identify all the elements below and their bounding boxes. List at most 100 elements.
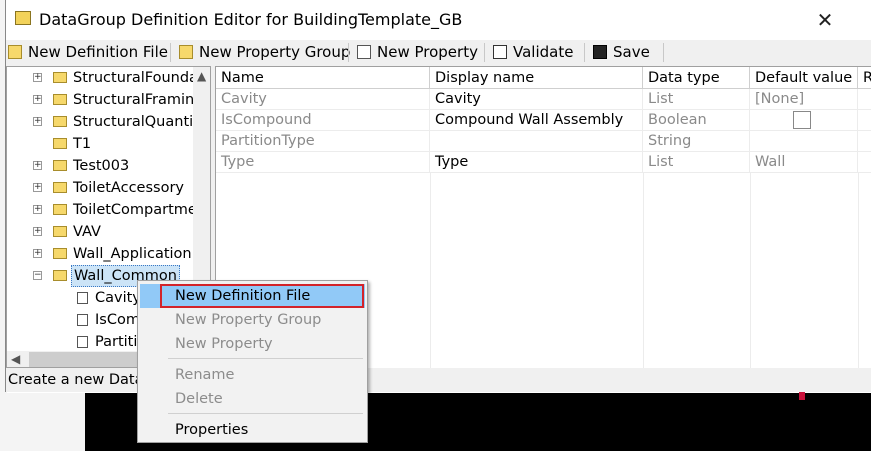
highlight-outline: [160, 284, 364, 308]
save-label: Save: [613, 43, 650, 61]
folder-icon: [53, 248, 67, 259]
validate-button[interactable]: Validate: [493, 42, 573, 63]
scroll-thumb[interactable]: [29, 352, 147, 367]
window-title: DataGroup Definition Editor for Building…: [39, 10, 463, 29]
menu-separator: [168, 358, 363, 359]
menu-item-delete[interactable]: Delete: [140, 387, 365, 411]
context-menu: New Definition File New Property Group N…: [137, 280, 368, 443]
grid-column-line: [643, 173, 644, 368]
column-header-r[interactable]: R: [858, 67, 871, 89]
cell-r[interactable]: [858, 152, 871, 173]
cell-display-name[interactable]: Cavity: [430, 89, 643, 110]
folder-open-icon: [53, 270, 67, 281]
cell-data-type[interactable]: Boolean: [643, 110, 750, 131]
cell-r[interactable]: [858, 89, 871, 110]
menu-item-new-property[interactable]: New Property: [140, 332, 365, 356]
cell-data-type[interactable]: List: [643, 89, 750, 110]
tree-item-label: ToiletAccessory: [73, 180, 184, 196]
cell-default-value[interactable]: [750, 110, 858, 131]
expander-icon[interactable]: +: [33, 95, 42, 104]
close-button[interactable]: ✕: [813, 8, 837, 32]
menu-item-properties[interactable]: Properties: [140, 418, 365, 442]
scroll-up-arrow-icon[interactable]: ▲: [197, 69, 206, 83]
folder-icon: [53, 226, 67, 237]
cell-r[interactable]: [858, 110, 871, 131]
cell-default-value[interactable]: [None]: [750, 89, 858, 110]
menu-item-new-property-group[interactable]: New Property Group: [140, 308, 365, 332]
folder-icon: [53, 94, 67, 105]
column-header-default-value[interactable]: Default value: [750, 67, 858, 89]
expander-icon[interactable]: +: [33, 183, 42, 192]
status-bar: Create a new DataG: [6, 370, 871, 392]
property-doc-icon: [77, 292, 88, 304]
background-marker: [799, 392, 805, 400]
folder-icon: [53, 160, 67, 171]
column-header-data-type[interactable]: Data type: [643, 67, 750, 89]
menu-separator: [168, 413, 363, 414]
expander-icon[interactable]: +: [33, 161, 42, 170]
tree-item-label: Partiti: [95, 334, 138, 350]
tree-item-label: Test003: [73, 158, 130, 174]
new-definition-file-label: New Definition File: [28, 43, 168, 61]
tree-item-label: ToiletCompartme: [73, 202, 197, 218]
folder-icon: [53, 72, 67, 83]
folder-icon: [53, 116, 67, 127]
cell-r[interactable]: [858, 131, 871, 152]
menu-item-rename[interactable]: Rename: [140, 363, 365, 387]
toolbar: New Definition File New Property Group N…: [6, 40, 871, 65]
folder-icon: [53, 138, 67, 149]
column-header-name[interactable]: Name: [216, 67, 430, 89]
save-button[interactable]: Save: [593, 42, 650, 63]
expander-icon[interactable]: +: [33, 249, 42, 258]
toolbar-separator: [484, 43, 485, 62]
tree-item-label: StructuralFoundat: [73, 70, 204, 86]
cell-name[interactable]: IsCompound: [216, 110, 430, 131]
validate-grid-icon: [493, 45, 507, 59]
default-value-checkbox[interactable]: [793, 111, 811, 129]
property-doc-icon: [77, 336, 88, 348]
expander-icon[interactable]: +: [33, 205, 42, 214]
toolbar-separator: [348, 43, 349, 62]
cell-display-name[interactable]: Type: [430, 152, 643, 173]
new-file-folder-icon: [8, 45, 22, 59]
expander-icon[interactable]: +: [33, 73, 42, 82]
tree-item-label: Wall_Application: [73, 246, 192, 262]
grid-column-line: [858, 173, 859, 368]
folder-icon: [53, 182, 67, 193]
expander-icon[interactable]: +: [33, 117, 42, 126]
property-doc-icon: [77, 314, 88, 326]
validate-label: Validate: [513, 43, 574, 61]
cell-data-type[interactable]: List: [643, 152, 750, 173]
tree-item-label: Cavity: [95, 290, 141, 306]
title-bar: DataGroup Definition Editor for Building…: [6, 0, 871, 40]
cell-name[interactable]: PartitionType: [216, 131, 430, 152]
grid-column-line: [750, 173, 751, 368]
cell-display-name[interactable]: [430, 131, 643, 152]
toolbar-separator: [663, 43, 664, 62]
cell-name[interactable]: Type: [216, 152, 430, 173]
cell-data-type[interactable]: String: [643, 131, 750, 152]
app-folder-icon: [15, 11, 31, 25]
scroll-left-arrow-icon[interactable]: ◀: [11, 352, 20, 366]
new-property-label: New Property: [377, 43, 478, 61]
status-text: Create a new DataG: [8, 372, 155, 388]
toolbar-separator: [170, 43, 171, 62]
collapse-icon[interactable]: −: [33, 271, 42, 280]
save-disk-icon: [593, 45, 607, 59]
cell-name[interactable]: Cavity: [216, 89, 430, 110]
cell-display-name[interactable]: Compound Wall Assembly: [430, 110, 643, 131]
grid-column-line: [430, 173, 431, 368]
new-definition-file-button[interactable]: New Definition File: [8, 42, 168, 63]
new-group-folder-icon: [179, 45, 193, 59]
tree-item-label: StructuralFraming: [73, 92, 204, 108]
column-header-display-name[interactable]: Display name: [430, 67, 643, 89]
new-property-button[interactable]: New Property: [357, 42, 478, 63]
cell-default-value[interactable]: Wall: [750, 152, 858, 173]
new-property-group-button[interactable]: New Property Group: [179, 42, 350, 63]
tree-item-label: VAV: [73, 224, 101, 240]
expander-icon[interactable]: +: [33, 227, 42, 236]
background-app-panel: [0, 393, 85, 451]
tree-item-label: T1: [73, 136, 92, 152]
cell-default-value[interactable]: [750, 131, 858, 152]
toolbar-separator: [584, 43, 585, 62]
